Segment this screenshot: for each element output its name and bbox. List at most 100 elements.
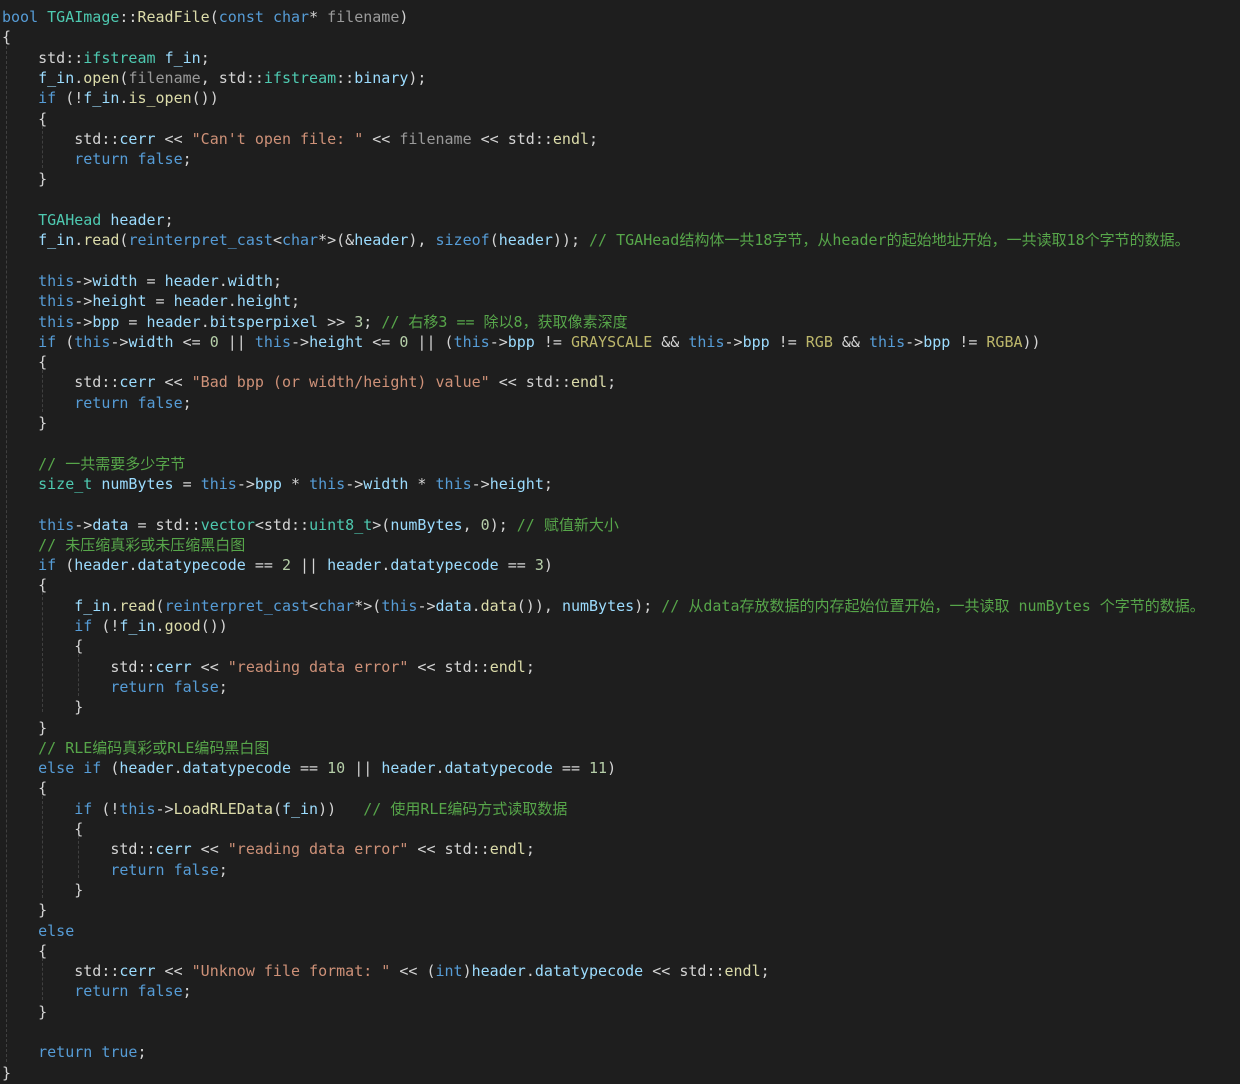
code-line[interactable]: // 未压缩真彩或未压缩黑白图 [0, 535, 245, 555]
code-line[interactable]: if (!f_in.is_open()) [0, 88, 219, 108]
code-token: filename [399, 130, 472, 148]
code-token: :: [534, 130, 553, 148]
code-line[interactable]: std::cerr << "Can't open file: " << file… [0, 129, 598, 149]
code-token: { [2, 110, 48, 128]
code-token: :: [291, 516, 310, 534]
code-line[interactable]: { [0, 778, 47, 798]
code-line[interactable]: } [0, 169, 47, 189]
code-line[interactable]: std::cerr << "Unknow file format: " << (… [0, 961, 769, 981]
code-token: { [2, 942, 48, 960]
code-line[interactable]: return false; [0, 981, 191, 1001]
code-token: (! [101, 617, 120, 635]
code-line[interactable]: return false; [0, 149, 191, 169]
code-line[interactable] [0, 251, 2, 271]
code-line[interactable]: this->height = header.height; [0, 291, 300, 311]
code-line[interactable]: bool TGAImage::ReadFile(const char* file… [0, 7, 408, 27]
code-line[interactable]: { [0, 819, 83, 839]
code-line[interactable]: } [0, 718, 47, 738]
code-line[interactable]: this->width = header.width; [0, 271, 282, 291]
code-token: filename [128, 69, 201, 87]
code-token: this [869, 333, 906, 351]
code-line[interactable]: // 一共需要多少字节 [0, 454, 185, 474]
code-token: datatypecode [137, 556, 246, 574]
code-line[interactable]: std::cerr << "reading data error" << std… [0, 839, 534, 859]
code-line[interactable]: return false; [0, 860, 228, 880]
code-editor[interactable]: bool TGAImage::ReadFile(const char* file… [0, 0, 1240, 1084]
code-line[interactable]: else [0, 921, 74, 941]
code-line[interactable]: if (!f_in.good()) [0, 616, 228, 636]
code-line[interactable]: { [0, 27, 11, 47]
code-line[interactable]: return false; [0, 393, 191, 413]
code-token: :: [101, 130, 120, 148]
code-line[interactable]: this->bpp = header.bitsperpixel >> 3; //… [0, 312, 627, 332]
code-token: numBytes [101, 475, 174, 493]
code-token: . [435, 759, 445, 777]
code-token: data [92, 516, 129, 534]
code-line[interactable]: std::cerr << "reading data error" << std… [0, 657, 534, 677]
code-line[interactable]: { [0, 352, 47, 372]
code-token: *>(& [318, 231, 355, 249]
code-line[interactable]: { [0, 941, 47, 961]
code-line[interactable]: size_t numBytes = this->bpp * this->widt… [0, 474, 553, 494]
code-line[interactable]: } [0, 697, 83, 717]
code-token: :: [336, 69, 355, 87]
code-token: f_in [74, 597, 111, 615]
code-token: height [489, 475, 544, 493]
code-line[interactable]: std::cerr << "Bad bpp (or width/height) … [0, 372, 616, 392]
code-line[interactable]: if (header.datatypecode == 2 || header.d… [0, 555, 553, 575]
code-token: numBytes [561, 597, 635, 615]
code-token: . [200, 313, 210, 331]
code-line[interactable]: if (!this->LoadRLEData(f_in)) // 使用RLE编码… [0, 799, 567, 819]
code-token: std [74, 130, 102, 148]
code-token: ()), [516, 597, 562, 615]
code-token: ; [218, 861, 228, 879]
code-token: < [309, 597, 319, 615]
code-line[interactable]: } [0, 1063, 11, 1083]
code-line[interactable]: else if (header.datatypecode == 10 || he… [0, 758, 616, 778]
code-token: >> [318, 313, 355, 331]
code-line[interactable] [0, 494, 2, 514]
code-line[interactable]: } [0, 413, 47, 433]
code-token: good [164, 617, 201, 635]
code-token: ); [634, 597, 662, 615]
code-token: const [218, 8, 273, 26]
code-line[interactable]: f_in.open(filename, std::ifstream::binar… [0, 68, 426, 88]
code-line[interactable]: TGAHead header; [0, 210, 173, 230]
code-token: -> [291, 333, 310, 351]
code-token: { [2, 576, 48, 594]
code-line[interactable]: if (this->width <= 0 || this->height <= … [0, 332, 1040, 352]
code-token: (! [65, 89, 84, 107]
code-line[interactable] [0, 1022, 2, 1042]
code-line[interactable]: { [0, 636, 83, 656]
code-token: } [2, 881, 84, 899]
code-line[interactable] [0, 190, 2, 210]
code-line[interactable]: } [0, 900, 47, 920]
code-line[interactable] [0, 433, 2, 453]
code-token: >( [372, 516, 391, 534]
code-line[interactable]: return true; [0, 1042, 146, 1062]
code-line[interactable]: { [0, 575, 47, 595]
code-line[interactable]: f_in. read(reinterpret_cast<char*>(this->… [0, 596, 1205, 616]
code-line[interactable]: } [0, 880, 83, 900]
code-line[interactable]: this->data = std::vector<std::uint8_t>(n… [0, 515, 619, 535]
code-token: else [38, 922, 75, 940]
code-token: // RLE编码真彩或RLE编码黑白图 [38, 739, 270, 757]
code-token: 2 [281, 556, 291, 574]
code-token: ; [272, 272, 282, 290]
code-line[interactable]: // RLE编码真彩或RLE编码黑白图 [0, 738, 269, 758]
code-line[interactable]: } [0, 1002, 47, 1022]
code-token: ( [209, 8, 219, 26]
code-line[interactable]: { [0, 109, 47, 129]
code-token: == [245, 556, 282, 574]
code-line[interactable]: return false; [0, 677, 227, 697]
code-line[interactable]: std::ifstream f_in; [0, 48, 210, 68]
code-token: f_in [38, 231, 75, 249]
code-token: && [832, 333, 869, 351]
code-token: , [200, 69, 219, 87]
code-line[interactable]: f_in.read(reinterpret_cast<char*>(&heade… [0, 230, 1190, 250]
code-token: . [227, 292, 237, 310]
